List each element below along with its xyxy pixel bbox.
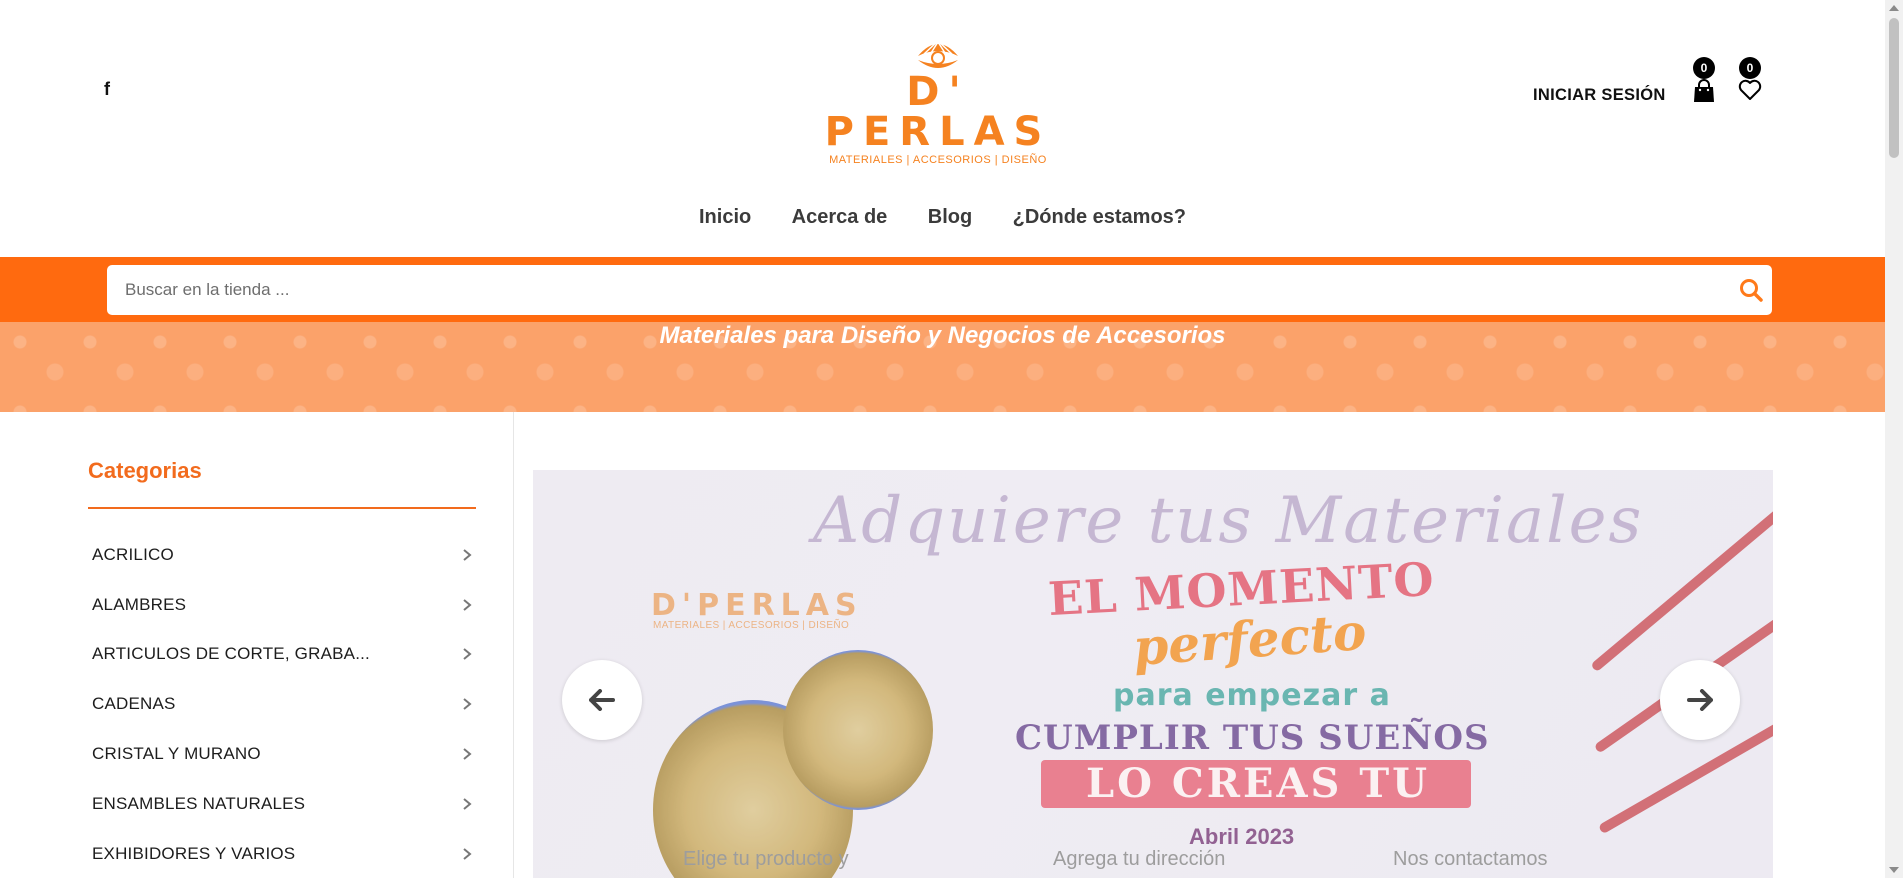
shell-logo-icon [918,39,958,68]
category-label: EXHIBIDORES Y VARIOS [92,843,296,863]
category-label: CADENAS [92,694,176,714]
category-label: ALAMBRES [92,594,187,614]
slider-prev-button[interactable] [562,660,642,740]
chevron-right-icon [463,798,472,810]
slider-next-button[interactable] [1660,660,1740,740]
search-box [107,265,1772,315]
search-input[interactable] [125,265,1685,315]
main-nav: Inicio Acerca de Blog ¿Dónde estamos? [0,206,1885,229]
search-bar [0,257,1885,322]
category-label: ACRILICO [92,544,174,564]
promo-text: Materiales para Diseño y Negocios de Acc… [659,322,1226,349]
category-title: Categorias [88,458,202,483]
cart-button[interactable]: 0 [1689,57,1719,103]
category-label: CRISTAL Y MURANO [92,744,261,764]
facebook-icon[interactable]: f [104,80,118,98]
promo-banner: Materiales para Diseño y Negocios de Acc… [0,322,1885,412]
chevron-right-icon [463,598,472,611]
slide-overlay [533,470,1773,878]
nav-item-donde-estamos[interactable]: ¿Dónde estamos? [1013,206,1186,229]
arrow-right-icon [1687,689,1713,711]
hero-slider[interactable]: Adquiere tus Materiales D'PERLAS MATERIA… [533,470,1773,878]
chevron-right-icon [463,648,472,661]
logo-tagline: MATERIALES | ACCESORIOS | DISEÑO [829,154,1047,166]
category-item-exhibidores-y-varios[interactable]: EXHIBIDORES Y VARIOS [92,829,476,878]
page-scrollbar[interactable] [1885,0,1903,878]
chevron-right-icon [463,549,472,561]
category-item-alambres[interactable]: ALAMBRES [92,580,476,630]
wishlist-count-badge: 0 [1739,57,1761,79]
shopping-bag-icon [1694,79,1714,102]
cart-count-badge: 0 [1693,57,1715,79]
category-label: ENSAMBLES NATURALES [92,793,306,813]
logo-name: D' PERLAS [824,69,1052,155]
scrollbar-thumb[interactable] [1889,18,1899,158]
search-icon[interactable] [1738,277,1764,308]
chevron-right-icon [463,748,472,760]
category-label: ARTICULOS DE CORTE, GRABA... [92,644,370,664]
chevron-right-icon [463,698,472,711]
nav-item-acerca-de[interactable]: Acerca de [792,206,888,229]
category-item-cadenas[interactable]: CADENAS [92,679,476,729]
heart-icon [1738,79,1762,100]
wishlist-button[interactable]: 0 [1735,57,1765,103]
category-divider [88,507,476,509]
category-item-cristal-y-murano[interactable]: CRISTAL Y MURANO [92,729,476,779]
category-list: ACRILICO ALAMBRES ARTICULOS DE CORTE, GR… [92,530,476,878]
category-item-articulos-de-corte[interactable]: ARTICULOS DE CORTE, GRABA... [92,630,476,680]
category-item-acrilico[interactable]: ACRILICO [92,530,476,580]
site-logo[interactable]: D' PERLAS MATERIALES | ACCESORIOS | DISE… [818,38,1058,166]
category-sidebar: Categorias ACRILICO ALAMBRES ARTICULOS D… [0,412,514,878]
site-header: f D' PERLAS MATERIALES | ACCESORIOS | DI… [0,0,1885,258]
chevron-right-icon [463,847,472,860]
category-item-ensambles-naturales[interactable]: ENSAMBLES NATURALES [92,779,476,829]
scroll-up-icon[interactable] [1889,5,1899,11]
nav-item-blog[interactable]: Blog [928,206,972,229]
scroll-down-icon[interactable] [1889,867,1899,873]
arrow-left-icon [589,689,615,711]
nav-item-inicio[interactable]: Inicio [699,206,751,229]
login-link[interactable]: INICIAR SESIÓN [1533,86,1666,105]
